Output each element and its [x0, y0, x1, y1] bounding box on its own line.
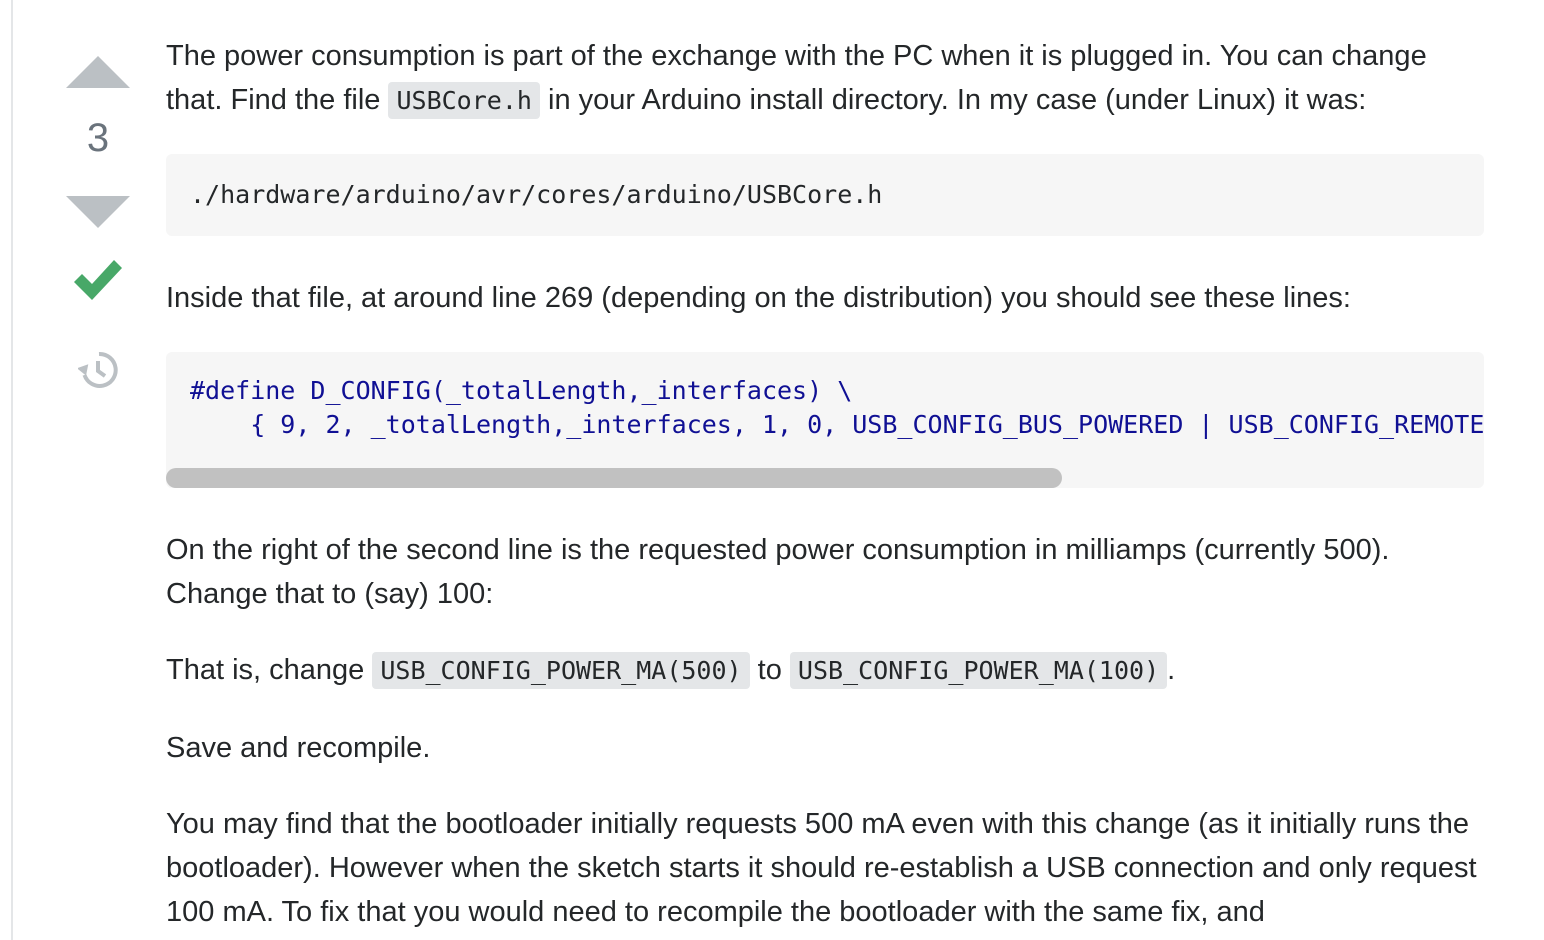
left-divider — [11, 0, 13, 940]
paragraph-power-explanation: On the right of the second line is the r… — [166, 534, 1390, 610]
history-icon — [76, 351, 118, 388]
scrollbar-thumb[interactable] — [166, 468, 1062, 488]
vote-count: 3 — [86, 116, 110, 160]
paragraph-intro: The power consumption is part of the exc… — [166, 34, 1484, 123]
paragraph-change-text-a: That is, change — [166, 654, 373, 686]
triangle-up-icon — [66, 56, 130, 88]
accepted-answer-indicator — [72, 256, 124, 313]
paragraph-change: That is, change USB_CONFIG_POWER_MA(500)… — [166, 648, 1484, 693]
paragraph-file-location: Inside that file, at around line 269 (de… — [166, 282, 1351, 314]
upvote-button[interactable] — [66, 52, 142, 96]
code-path-text: ./hardware/arduino/avr/cores/arduino/USB… — [190, 180, 883, 209]
paragraph-change-text-mid: to — [749, 654, 790, 686]
triangle-down-icon — [66, 196, 130, 228]
inline-code-power-100: USB_CONFIG_POWER_MA(100) — [789, 652, 1168, 689]
paragraph-save: Save and recompile. — [166, 732, 431, 764]
inline-code-usbcore: USBCore.h — [388, 82, 540, 119]
paragraph-intro-text-b: in your Arduino install directory. In my… — [539, 84, 1367, 116]
downvote-button[interactable] — [66, 192, 142, 236]
code-line-2: { 9, 2, _totalLength,_interfaces, 1, 0, … — [250, 410, 1484, 439]
inline-code-power-500: USB_CONFIG_POWER_MA(500) — [372, 652, 750, 689]
paragraph-bootloader-note: You may find that the bootloader initial… — [166, 808, 1477, 928]
code-horizontal-scrollbar[interactable] — [166, 468, 1484, 488]
revision-history-button[interactable] — [76, 350, 118, 395]
checkmark-icon — [74, 260, 122, 300]
code-line-1: #define D_CONFIG(_totalLength,_interface… — [190, 376, 853, 405]
paragraph-change-text-end: . — [1167, 654, 1176, 686]
code-block-path: ./hardware/arduino/avr/cores/arduino/USB… — [166, 154, 1484, 236]
